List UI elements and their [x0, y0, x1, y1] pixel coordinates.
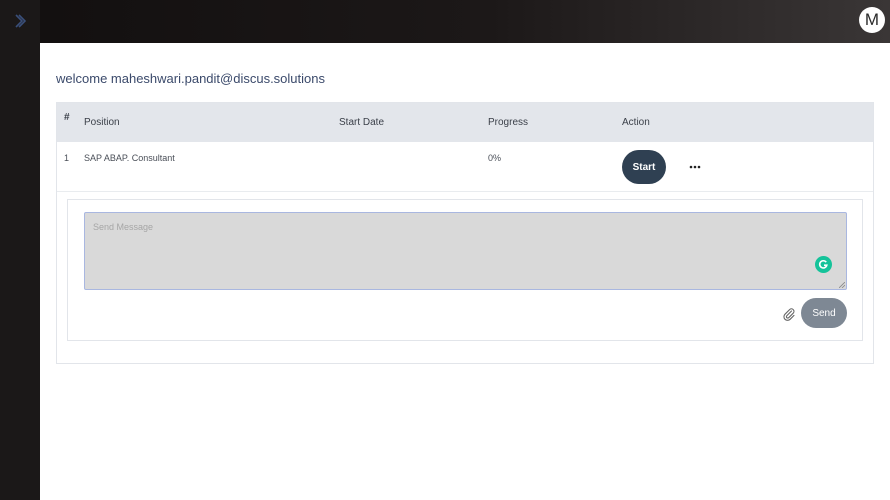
positions-panel: # Position Start Date Progress Action 1 … — [56, 102, 874, 364]
column-header-position: Position — [84, 117, 120, 128]
row-index: 1 — [64, 153, 70, 163]
main-content: welcome maheshwari.pandit@discus.solutio… — [40, 43, 890, 500]
paperclip-icon[interactable] — [782, 307, 796, 321]
table-header: # Position Start Date Progress Action — [57, 103, 873, 142]
column-header-action: Action — [622, 117, 650, 128]
resize-grip-icon[interactable] — [839, 282, 845, 288]
column-header-progress: Progress — [488, 117, 529, 128]
chevron-right-icon — [15, 14, 26, 28]
grammarly-icon[interactable] — [815, 256, 832, 273]
top-bar — [0, 0, 890, 43]
welcome-message: welcome maheshwari.pandit@discus.solutio… — [56, 71, 325, 86]
table-row: 1 SAP ABAP. Consultant 0% Start — [57, 142, 873, 192]
sidebar — [0, 0, 40, 500]
message-composer: Send — [67, 199, 863, 341]
start-button[interactable]: Start — [622, 150, 666, 184]
user-avatar[interactable]: M — [859, 7, 885, 33]
row-progress: 0% — [488, 153, 502, 163]
row-position: SAP ABAP. Consultant — [84, 153, 175, 163]
message-input[interactable] — [84, 212, 847, 290]
avatar-initial: M — [864, 10, 880, 29]
column-header-start-date: Start Date — [339, 117, 385, 128]
ellipsis-icon[interactable] — [689, 160, 701, 174]
sidebar-toggle-button[interactable] — [10, 10, 30, 32]
column-header-index: # — [64, 112, 70, 123]
send-button[interactable]: Send — [801, 298, 847, 328]
